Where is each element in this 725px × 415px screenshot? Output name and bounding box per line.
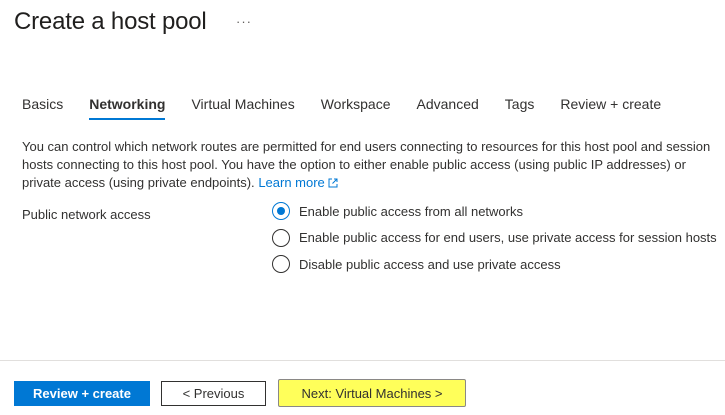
previous-button[interactable]: < Previous <box>161 381 266 406</box>
page-title: Create a host pool <box>14 8 207 35</box>
radio-enable-all-networks[interactable]: Enable public access from all networks <box>272 202 717 220</box>
radio-label: Enable public access for end users, use … <box>299 230 717 245</box>
external-link-icon <box>328 175 338 193</box>
learn-more-link[interactable]: Learn more <box>258 175 338 193</box>
radio-label: Disable public access and use private ac… <box>299 256 561 272</box>
radio-button[interactable] <box>272 228 290 247</box>
tab-tags[interactable]: Tags <box>505 96 535 120</box>
radio-button[interactable] <box>272 202 290 220</box>
tab-networking[interactable]: Networking <box>89 96 166 120</box>
radio-disable-public-access[interactable]: Disable public access and use private ac… <box>272 255 717 273</box>
public-network-access-radio-group: Enable public access from all networks E… <box>272 202 717 282</box>
footer-divider <box>0 360 725 361</box>
more-options-button[interactable]: ··· <box>236 14 252 29</box>
tab-workspace[interactable]: Workspace <box>321 96 391 120</box>
description-text: You can control which network routes are… <box>22 139 711 190</box>
public-network-access-label: Public network access <box>22 207 151 222</box>
tab-basics[interactable]: Basics <box>22 96 63 120</box>
tab-virtual-machines[interactable]: Virtual Machines <box>191 96 294 120</box>
networking-description: You can control which network routes are… <box>22 138 717 193</box>
radio-label: Enable public access from all networks <box>299 203 523 219</box>
tab-review-create[interactable]: Review + create <box>560 96 661 120</box>
review-create-button[interactable]: Review + create <box>14 381 150 406</box>
next-virtual-machines-button[interactable]: Next: Virtual Machines > <box>278 379 466 407</box>
tab-bar: Basics Networking Virtual Machines Works… <box>22 96 687 120</box>
tab-advanced[interactable]: Advanced <box>417 96 479 120</box>
radio-button[interactable] <box>272 255 290 273</box>
radio-enable-end-users-private-session-hosts[interactable]: Enable public access for end users, use … <box>272 228 717 247</box>
